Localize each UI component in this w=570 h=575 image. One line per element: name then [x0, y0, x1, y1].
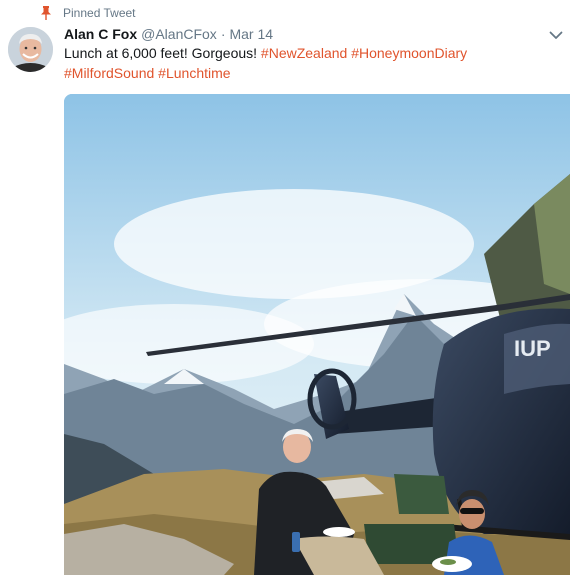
hashtag-link[interactable]: #HoneymoonDiary — [351, 45, 467, 61]
avatar[interactable] — [8, 27, 53, 72]
pinned-tweet-indicator: Pinned Tweet — [40, 5, 136, 21]
pin-icon — [40, 6, 52, 20]
tweet-photo[interactable]: IUP — [64, 94, 570, 575]
tweet-timestamp[interactable]: Mar 14 — [229, 25, 273, 43]
hashtag-link[interactable]: #NewZealand — [261, 45, 347, 61]
tweet-header: Alan C Fox @AlanCFox · Mar 14 — [64, 25, 540, 43]
pinned-label: Pinned Tweet — [63, 6, 136, 20]
tweet-text: Lunch at 6,000 feet! Gorgeous! #NewZeala… — [64, 43, 534, 83]
hashtag-link[interactable]: #Lunchtime — [158, 65, 230, 81]
chevron-down-icon[interactable] — [546, 27, 566, 43]
author-handle[interactable]: @AlanCFox — [141, 25, 217, 43]
hashtag-link[interactable]: #MilfordSound — [64, 65, 154, 81]
tweet-text-lead: Lunch at 6,000 feet! Gorgeous! — [64, 45, 261, 61]
helicopter-registration: IUP — [514, 336, 551, 361]
header-separator: · — [220, 26, 226, 42]
author-display-name[interactable]: Alan C Fox — [64, 25, 137, 43]
